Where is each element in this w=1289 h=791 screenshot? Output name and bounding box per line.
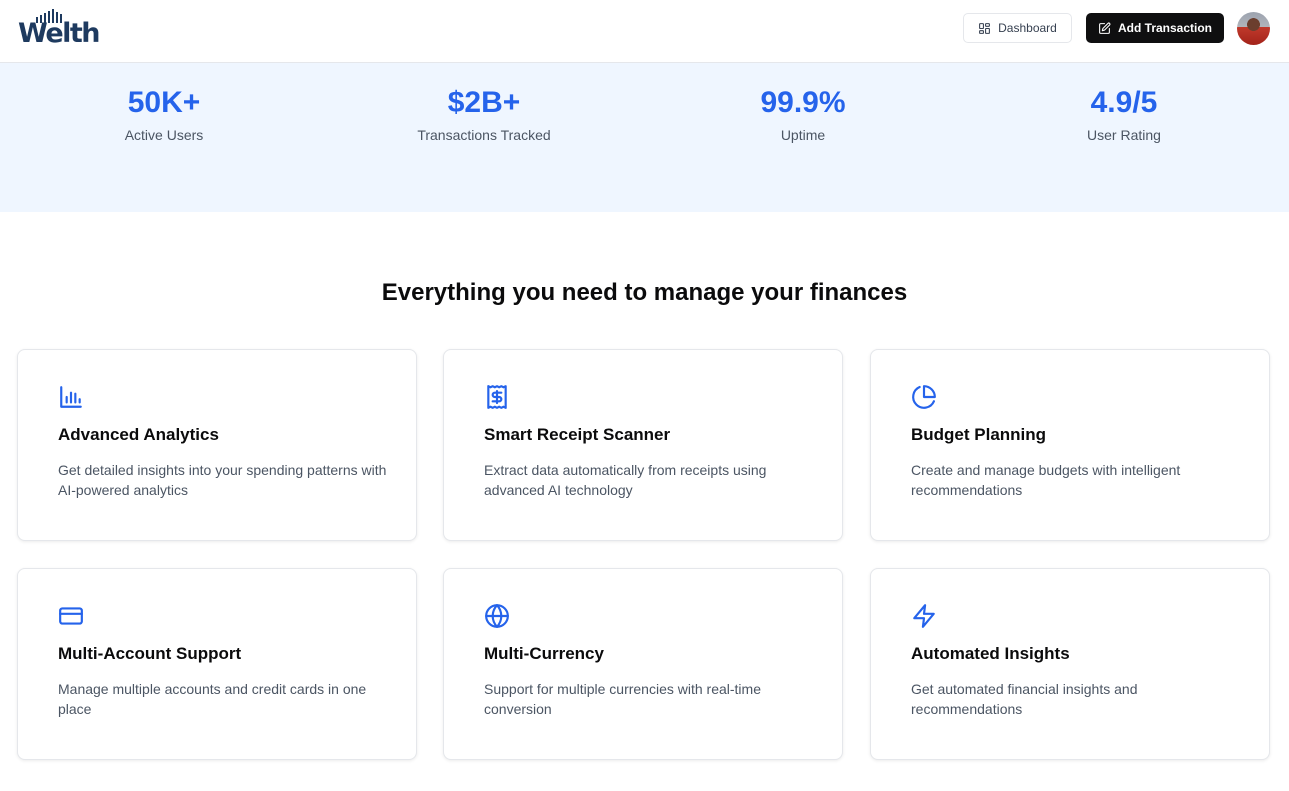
- stat-value: 50K+: [127, 86, 201, 119]
- stats-section: 50K+ Active Users $2B+ Transactions Trac…: [0, 63, 1289, 212]
- dashboard-button[interactable]: Dashboard: [963, 13, 1072, 43]
- receipt-icon: [487, 385, 507, 409]
- pie-chart-icon: [912, 385, 936, 409]
- globe-icon: [485, 604, 509, 628]
- stat-label: User Rating: [1087, 127, 1161, 143]
- feature-description: Create and manage budgets with intellige…: [911, 462, 1181, 498]
- logo-text: Welth: [18, 18, 101, 49]
- stat-active-users: 50K+ Active Users: [4, 85, 324, 143]
- stat-label: Active Users: [124, 127, 204, 143]
- feature-card-smart-receipt-scanner: Smart Receipt Scanner Extract data autom…: [443, 349, 843, 541]
- user-avatar[interactable]: [1237, 12, 1270, 45]
- feature-card-multi-currency: Multi-Currency Support for multiple curr…: [443, 568, 843, 760]
- feature-description: Support for multiple currencies with rea…: [484, 681, 761, 717]
- feature-description: Get detailed insights into your spending…: [58, 462, 387, 498]
- layout-dashboard-icon: [979, 22, 991, 34]
- features-heading: Everything you need to manage your finan…: [381, 279, 908, 306]
- pen-square-icon: [1099, 22, 1111, 34]
- stat-value: 99.9%: [760, 86, 846, 119]
- dashboard-button-label: Dashboard: [998, 21, 1057, 35]
- feature-title: Multi-Account Support: [58, 644, 242, 663]
- bar-chart-icon: [60, 386, 82, 408]
- add-transaction-button[interactable]: Add Transaction: [1086, 13, 1224, 43]
- feature-description: Extract data automatically from receipts…: [484, 462, 767, 498]
- top-navbar: Welth Dashboard Add Transaction: [0, 0, 1289, 63]
- feature-title: Multi-Currency: [484, 644, 604, 663]
- feature-title: Advanced Analytics: [58, 425, 219, 444]
- welth-logo[interactable]: Welth: [18, 9, 108, 51]
- add-transaction-label: Add Transaction: [1117, 21, 1212, 35]
- stat-transactions-tracked: $2B+ Transactions Tracked: [324, 85, 644, 143]
- stat-value: 4.9/5: [1090, 86, 1158, 119]
- stat-user-rating: 4.9/5 User Rating: [964, 85, 1284, 143]
- feature-description: Get automated financial insights and rec…: [911, 681, 1138, 717]
- feature-title: Smart Receipt Scanner: [484, 425, 671, 444]
- stat-uptime: 99.9% Uptime: [643, 85, 963, 143]
- zap-icon: [913, 604, 935, 628]
- stat-label: Transactions Tracked: [417, 127, 551, 143]
- stat-value: $2B+: [447, 86, 521, 119]
- feature-card-multi-account-support: Multi-Account Support Manage multiple ac…: [17, 568, 417, 760]
- credit-card-icon: [59, 607, 83, 625]
- feature-card-advanced-analytics: Advanced Analytics Get detailed insights…: [17, 349, 417, 541]
- stat-label: Uptime: [780, 127, 826, 143]
- feature-title: Budget Planning: [911, 425, 1047, 444]
- feature-title: Automated Insights: [911, 644, 1070, 663]
- feature-description: Manage multiple accounts and credit card…: [58, 681, 367, 717]
- feature-card-automated-insights: Automated Insights Get automated financi…: [870, 568, 1270, 760]
- feature-card-budget-planning: Budget Planning Create and manage budget…: [870, 349, 1270, 541]
